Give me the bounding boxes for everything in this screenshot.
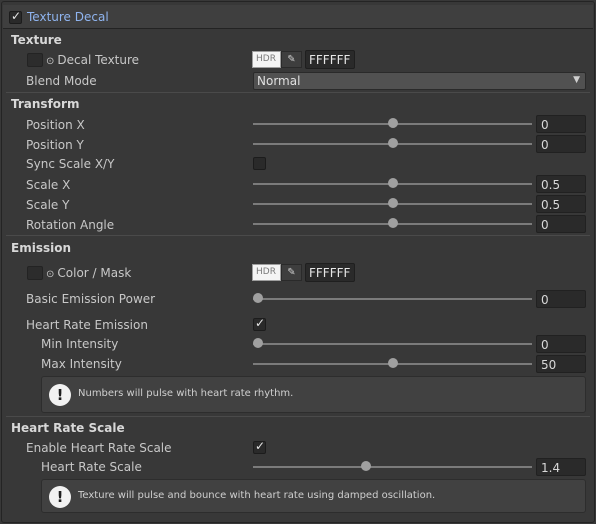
exclamation-info-icon: !	[49, 486, 71, 508]
heart-rate-emission-label: Heart Rate Emission	[26, 318, 148, 332]
decal-hdr-color-swatch[interactable]: HDR	[252, 51, 281, 68]
blend-mode-dropdown[interactable]: Normal ▼	[253, 72, 586, 90]
section-texture-title: Texture	[11, 33, 62, 47]
heart-rate-scale-slider-track[interactable]	[253, 466, 532, 468]
enable-heart-rate-scale-checkbox[interactable]	[253, 439, 266, 454]
heart-rate-scale-label: Heart Rate Scale	[41, 460, 142, 474]
rotation-angle-slider-thumb[interactable]	[387, 218, 398, 228]
basic-emission-power-field[interactable]: 0	[536, 290, 586, 308]
divider	[6, 92, 590, 93]
blend-mode-value: Normal	[257, 74, 301, 88]
enable-heart-rate-scale-label: Enable Heart Rate Scale	[26, 441, 172, 455]
component-title: Texture Decal	[27, 10, 109, 24]
chevron-down-icon: ▼	[573, 75, 580, 85]
position-x-label: Position X	[26, 118, 85, 132]
decal-object-picker[interactable]	[27, 53, 43, 67]
emission-hdr-color-swatch[interactable]: HDR	[252, 264, 281, 281]
scale-x-field[interactable]: 0.5	[536, 175, 586, 193]
component-header[interactable]: Texture Decal	[3, 5, 593, 29]
max-intensity-label: Max Intensity	[41, 357, 122, 371]
position-y-label: Position Y	[26, 138, 84, 152]
scale-y-field[interactable]: 0.5	[536, 195, 586, 213]
position-y-field[interactable]: 0	[536, 135, 586, 153]
object-picker-icon[interactable]: ⊙	[46, 269, 54, 280]
blend-mode-label: Blend Mode	[26, 74, 97, 88]
section-emission-title: Emission	[11, 241, 71, 255]
position-y-slider-thumb[interactable]	[387, 138, 398, 148]
position-x-slider-thumb[interactable]	[387, 118, 398, 128]
color-mask-label: Color / Mask	[57, 266, 132, 280]
sync-scale-checkbox[interactable]	[253, 157, 266, 170]
basic-emission-power-label: Basic Emission Power	[26, 292, 156, 306]
heart-rate-scale-field[interactable]: 1.4	[536, 458, 586, 476]
eyedropper-icon[interactable]: ✎	[281, 51, 302, 68]
eyedropper-icon[interactable]: ✎	[281, 264, 302, 281]
min-intensity-label: Min Intensity	[41, 337, 119, 351]
section-transform-title: Transform	[11, 97, 80, 111]
decal-color-hex-field[interactable]: FFFFFF	[305, 50, 355, 69]
texture-decal-panel: Texture Decal Texture ⊙Decal Texture HDR…	[0, 0, 596, 524]
divider	[6, 235, 590, 236]
min-intensity-field[interactable]: 0	[536, 335, 586, 353]
sync-scale-label: Sync Scale X/Y	[26, 157, 115, 171]
object-picker-icon[interactable]: ⊙	[46, 56, 54, 67]
heart-rate-info-box: ! Texture will pulse and bounce with hea…	[41, 479, 586, 513]
rotation-angle-field[interactable]: 0	[536, 215, 586, 233]
emission-color-hex-field[interactable]: FFFFFF	[305, 263, 355, 282]
max-intensity-field[interactable]: 50	[536, 355, 586, 373]
decal-texture-label: Decal Texture	[57, 53, 140, 67]
exclamation-info-icon: !	[49, 384, 71, 406]
heart-rate-info-text: Texture will pulse and bounce with heart…	[78, 490, 436, 501]
section-heart-rate-scale-title: Heart Rate Scale	[11, 421, 125, 435]
color-mask-row: ⊙ Color / Mask	[46, 266, 131, 280]
position-x-field[interactable]: 0	[536, 115, 586, 133]
scale-x-label: Scale X	[26, 178, 71, 192]
min-intensity-slider-track[interactable]	[253, 343, 532, 345]
basic-emission-power-slider-track[interactable]	[253, 298, 532, 300]
decal-texture-row: ⊙ Decal Texture	[46, 53, 139, 67]
min-intensity-slider-thumb[interactable]	[253, 338, 263, 348]
max-intensity-slider-thumb[interactable]	[387, 358, 398, 368]
heart-rate-emission-checkbox[interactable]	[253, 316, 266, 331]
scale-y-label: Scale Y	[26, 198, 70, 212]
divider	[6, 416, 590, 417]
emission-info-text: Numbers will pulse with heart rate rhyth…	[78, 388, 294, 399]
rotation-angle-label: Rotation Angle	[26, 218, 115, 232]
color-mask-object-picker[interactable]	[27, 266, 43, 280]
emission-info-box: ! Numbers will pulse with heart rate rhy…	[41, 376, 586, 413]
scale-y-slider-thumb[interactable]	[387, 198, 398, 208]
basic-emission-power-slider-thumb[interactable]	[253, 293, 263, 303]
component-enable-checkbox[interactable]	[9, 9, 22, 24]
scale-x-slider-thumb[interactable]	[387, 178, 398, 188]
heart-rate-scale-slider-thumb[interactable]	[360, 461, 371, 471]
